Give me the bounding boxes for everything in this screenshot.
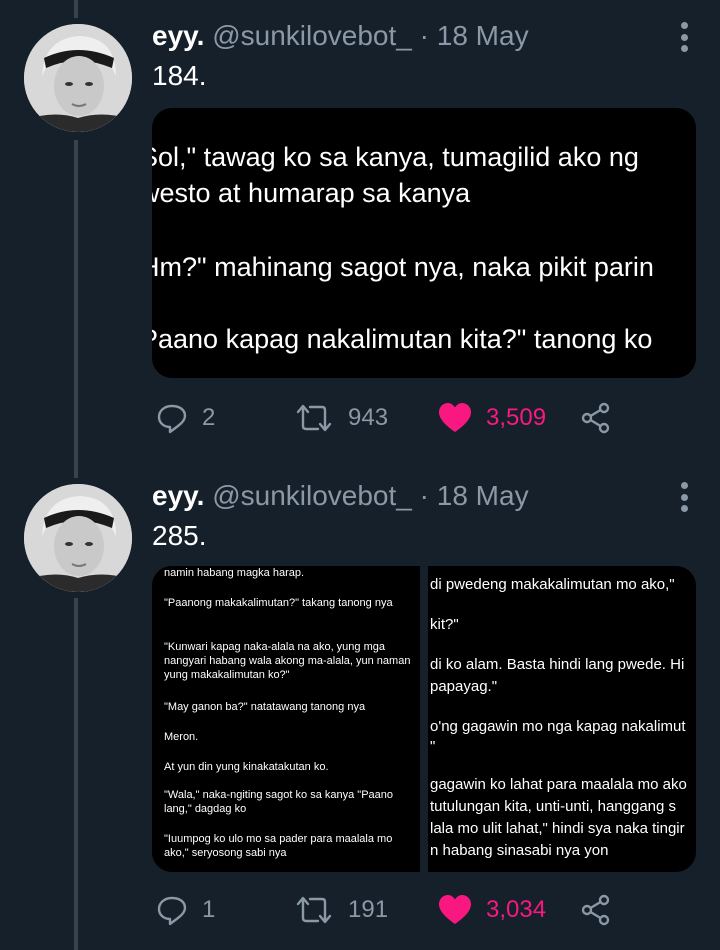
media-text-line: "Wala," naka-ngiting sagot ko sa kanya "… bbox=[164, 789, 393, 815]
separator: · bbox=[419, 480, 429, 511]
media-image-right[interactable]: di pwedeng makakalimutan mo ako," kit?" … bbox=[428, 566, 696, 872]
action-bar: 1 191 3,034 bbox=[152, 890, 622, 930]
reply-icon bbox=[157, 404, 187, 434]
media-text-line: "May ganon ba?" natatawang tanong nya bbox=[164, 701, 366, 713]
like-button[interactable]: 3,034 bbox=[438, 890, 546, 930]
media-text-line: di pwedeng makakalimutan mo ako," bbox=[430, 576, 675, 593]
like-count: 3,034 bbox=[486, 896, 547, 923]
more-icon[interactable] bbox=[678, 22, 690, 52]
media-text-line: Meron. bbox=[164, 731, 199, 743]
handle[interactable]: @sunkilovebot_ bbox=[212, 20, 412, 51]
media-text-line: n habang sinasabi nya yon bbox=[430, 842, 609, 859]
tweet-media[interactable]: Sol," tawag ko sa kanya, tumagilid ako n… bbox=[152, 108, 696, 378]
media-text-line: westo at humarap sa kanya bbox=[152, 178, 471, 208]
media-text-line: namin habang magka harap. bbox=[164, 567, 305, 579]
media-text-line: kit?" bbox=[430, 616, 459, 633]
media-text-line: Sol," tawag ko sa kanya, tumagilid ako n… bbox=[152, 142, 639, 172]
share-button[interactable] bbox=[580, 890, 612, 930]
heart-icon bbox=[439, 403, 471, 432]
like-count: 3,509 bbox=[486, 404, 547, 431]
retweet-count: 943 bbox=[348, 404, 389, 431]
retweet-button[interactable]: 191 bbox=[294, 890, 388, 930]
media-text-line: "Kunwari kapag naka-alala na ako, yung m… bbox=[164, 641, 411, 681]
retweet-icon bbox=[296, 404, 332, 432]
heart-icon bbox=[439, 895, 471, 924]
more-icon[interactable] bbox=[678, 482, 690, 512]
retweet-count: 191 bbox=[348, 896, 389, 923]
media-text-line: "Iuumpog ko ulo mo sa pader para maalala… bbox=[164, 833, 393, 859]
display-name[interactable]: eyy. bbox=[152, 20, 204, 51]
media-text-line: lala mo ulit lahat," hindi sya naka ting… bbox=[430, 820, 685, 837]
share-icon bbox=[581, 894, 610, 926]
media-text-line: tutulungan kita, unti-unti, hanggang s bbox=[430, 798, 677, 815]
avatar[interactable] bbox=[24, 484, 132, 592]
handle[interactable]: @sunkilovebot_ bbox=[212, 480, 412, 511]
timestamp[interactable]: 18 May bbox=[437, 480, 529, 511]
tweet-header: eyy. @sunkilovebot_ · 18 May bbox=[152, 20, 529, 52]
action-bar: 2 943 3,509 bbox=[152, 398, 622, 438]
tweet[interactable]: eyy. @sunkilovebot_ · 18 May 184. Sol," … bbox=[0, 0, 720, 470]
media-image-left[interactable]: namin habang magka harap. "Paanong makak… bbox=[152, 566, 420, 872]
reply-button[interactable]: 2 bbox=[156, 398, 215, 438]
media-text-line: Paano kapag nakalimutan kita?" tanong ko bbox=[152, 324, 653, 354]
reply-button[interactable]: 1 bbox=[156, 890, 215, 930]
timestamp[interactable]: 18 May bbox=[437, 20, 529, 51]
media-text-line: papayag." bbox=[430, 678, 498, 695]
tweet[interactable]: eyy. @sunkilovebot_ · 18 May 285. namin … bbox=[0, 470, 720, 950]
media-text-line: " bbox=[430, 738, 436, 755]
avatar[interactable] bbox=[24, 24, 132, 132]
display-name[interactable]: eyy. bbox=[152, 480, 204, 511]
tweet-media[interactable]: namin habang magka harap. "Paanong makak… bbox=[152, 566, 696, 872]
media-text-line: di ko alam. Basta hindi lang pwede. Hi bbox=[430, 656, 685, 673]
media-divider bbox=[420, 566, 428, 872]
media-text-line: "Paanong makakalimutan?" takang tanong n… bbox=[164, 597, 393, 609]
separator: · bbox=[419, 20, 429, 51]
media-text-line: gagawin ko lahat para maalala mo ako bbox=[430, 776, 687, 793]
media-text-line: At yun din yung kinakatakutan ko. bbox=[164, 761, 329, 773]
reply-icon bbox=[157, 896, 187, 926]
share-icon bbox=[581, 402, 610, 434]
tweet-text: 184. bbox=[152, 60, 207, 91]
media-text-line: Hm?" mahinang sagot nya, naka pikit pari… bbox=[152, 252, 654, 282]
like-button[interactable]: 3,509 bbox=[438, 398, 546, 438]
reply-count: 1 bbox=[202, 896, 216, 923]
retweet-button[interactable]: 943 bbox=[294, 398, 388, 438]
retweet-icon bbox=[296, 896, 332, 924]
reply-count: 2 bbox=[202, 404, 216, 431]
media-text-line: o'ng gagawin mo nga kapag nakalimut bbox=[430, 718, 686, 735]
tweet-header: eyy. @sunkilovebot_ · 18 May bbox=[152, 480, 529, 512]
tweet-text: 285. bbox=[152, 520, 207, 551]
share-button[interactable] bbox=[580, 398, 612, 438]
